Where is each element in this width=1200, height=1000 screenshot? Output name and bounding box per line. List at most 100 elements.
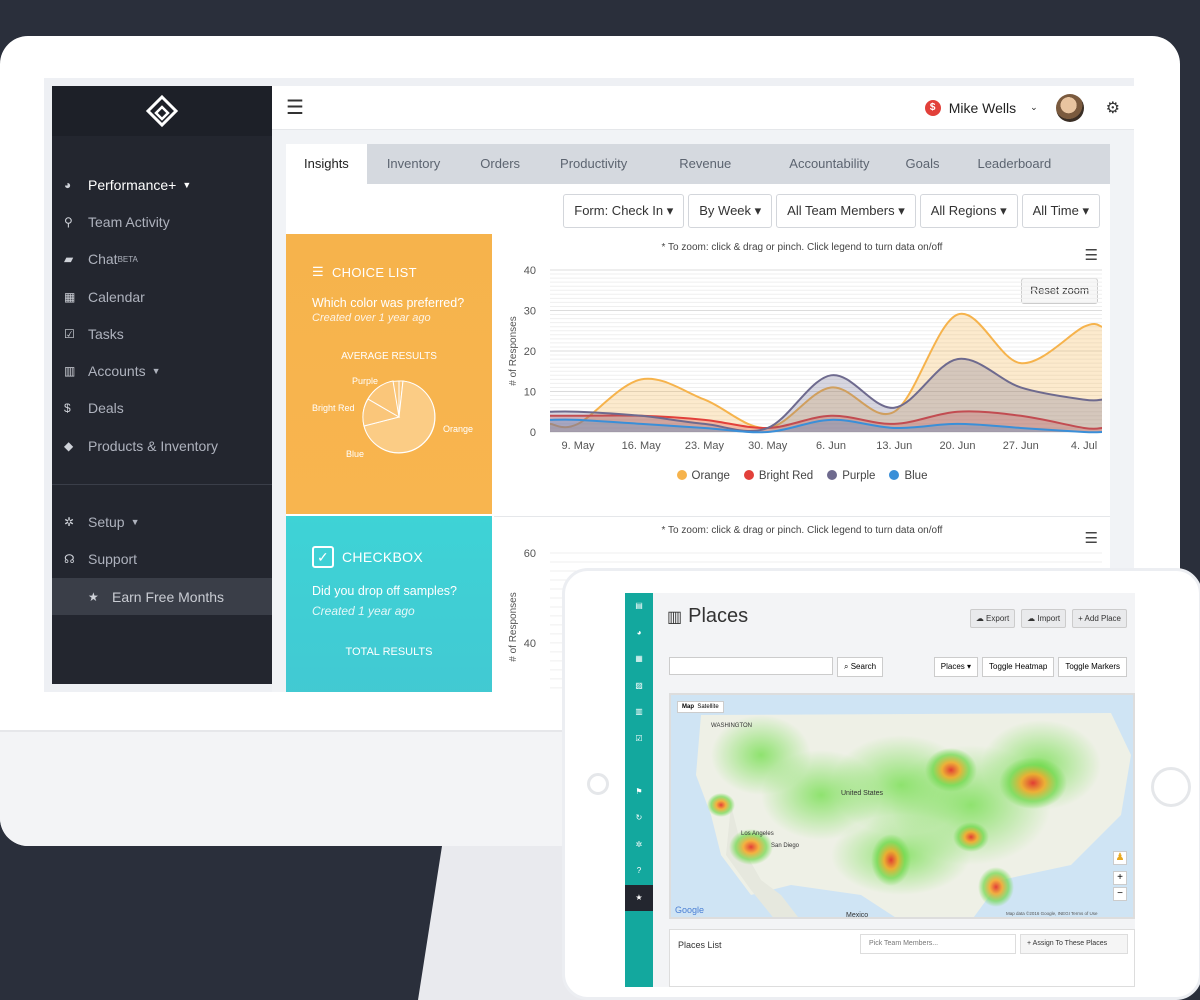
pie-label-purple: Purple — [352, 376, 378, 386]
sidebar-item-setup[interactable]: ✲ Setup ▼ — [52, 503, 272, 540]
y-axis-label: # of Responses — [508, 592, 519, 662]
tab-inventory[interactable]: Inventory — [367, 144, 460, 184]
legend-item-red[interactable]: Bright Red — [743, 470, 814, 482]
caret-down-icon: ▼ — [182, 179, 192, 190]
places-search-button[interactable]: ⌕ Search — [837, 657, 884, 677]
places-dropdown-label: Places — [940, 662, 965, 671]
briefcase-icon: ▥ — [667, 608, 683, 626]
places-title-text: Places — [688, 605, 749, 627]
sidebar-item-tasks[interactable]: ☑ Tasks — [52, 315, 272, 352]
sidebar-item-support[interactable]: ☊ Support — [52, 541, 272, 578]
team-filter-dropdown[interactable]: All Team Members ▾ — [776, 194, 916, 228]
sidebar-item-performance[interactable]: ◕ Performance+ ▼ — [52, 166, 272, 203]
tablet-home-button[interactable] — [1151, 767, 1191, 807]
hamburger-menu-icon[interactable]: ☰ — [286, 95, 304, 120]
sidebar-item-deals[interactable]: $ Deals — [52, 390, 272, 427]
filter-label: All Time — [1032, 203, 1079, 218]
tablet-nav-gear-icon[interactable]: ✲ — [625, 832, 653, 859]
results-label: TOTAL RESULTS — [345, 646, 433, 658]
legend-label: Purple — [842, 470, 876, 482]
tab-leaderboard[interactable]: Leaderboard — [967, 144, 1061, 184]
dollar-badge: $ — [924, 99, 941, 116]
tab-accountability[interactable]: Accountability — [771, 144, 895, 184]
import-label: Import — [1037, 614, 1061, 623]
export-button[interactable]: ☁ Export — [969, 609, 1016, 628]
tab-insights[interactable]: Insights — [286, 144, 367, 184]
legend-label: Bright Red — [758, 470, 814, 482]
gear-icon[interactable]: ⚙ — [1106, 98, 1120, 118]
card-created: Created 1 year ago — [312, 604, 415, 618]
legend-item-purple[interactable]: Purple — [827, 470, 875, 482]
tab-goals[interactable]: Goals — [896, 144, 968, 184]
tablet-nav-dashboard-icon[interactable]: ▤ — [625, 593, 653, 620]
sidebar: ◕ Performance+ ▼ ⚲ Team Activity ▰ Chat BETA … — [52, 86, 272, 684]
zoom-in-button[interactable]: + — [1113, 871, 1127, 885]
period-filter-dropdown[interactable]: By Week ▾ — [688, 194, 773, 228]
tags-icon: ◆ — [64, 438, 74, 453]
dashboard-icon: ◕ — [64, 177, 72, 192]
region-filter-dropdown[interactable]: All Regions ▾ — [919, 194, 1018, 228]
legend-item-orange[interactable]: Orange — [676, 470, 730, 482]
sidebar-item-chat[interactable]: ▰ Chat BETA — [52, 241, 272, 278]
chart-area-1: * To zoom: click & drag or pinch. Click … — [494, 234, 1110, 514]
x-tick-label: 30. May — [748, 440, 788, 452]
toggle-heatmap-button[interactable]: Toggle Heatmap — [982, 657, 1055, 677]
tablet-nav-star-icon[interactable]: ★ — [625, 884, 653, 911]
map-tab-map[interactable]: Map — [682, 704, 694, 710]
checkbox-card: ✓ CHECKBOX Did you drop off samples? Crea… — [286, 516, 492, 692]
card-title: ✓ CHECKBOX — [312, 546, 423, 568]
places-search-input[interactable] — [669, 657, 833, 675]
map-type-toggle[interactable]: Map Satellite — [677, 701, 724, 713]
legend-item-blue[interactable]: Blue — [889, 470, 927, 482]
user-menu[interactable]: $ Mike Wells ⌄ — [924, 93, 1084, 122]
tab-productivity[interactable]: Productivity — [540, 144, 661, 184]
assign-places-button[interactable]: + Assign To These Places — [1020, 934, 1128, 954]
tab-orders[interactable]: Orders — [460, 144, 540, 184]
chat-icon: ▰ — [64, 252, 74, 267]
calendar-icon: ▦ — [64, 289, 76, 304]
form-filter-dropdown[interactable]: Form: Check In ▾ — [563, 194, 685, 228]
tablet-nav-tasks-icon[interactable]: ☑ — [625, 726, 653, 753]
tablet-nav-help-icon[interactable]: ? — [625, 858, 653, 885]
logo-icon[interactable] — [145, 94, 179, 128]
tablet-nav-chart-icon[interactable]: ▨ — [625, 673, 653, 700]
earn-free-months-button[interactable]: ★ Earn Free Months — [52, 577, 272, 616]
tablet-nav-activity-icon[interactable]: ◕ — [625, 620, 653, 647]
map-tab-satellite[interactable]: Satellite — [697, 704, 718, 710]
avatar[interactable] — [1055, 93, 1084, 122]
import-button[interactable]: ☁ Import — [1021, 609, 1067, 628]
map-label-sd: San Diego — [771, 843, 800, 849]
x-tick-label: 13. Jun — [876, 440, 912, 452]
time-filter-dropdown[interactable]: All Time ▾ — [1021, 194, 1100, 228]
sidebar-item-accounts[interactable]: ▥ Accounts ▼ — [52, 352, 272, 389]
pick-team-members-input[interactable]: Pick Team Members... — [860, 934, 1016, 954]
chart-legend: Orange Bright Red Purple Blue — [494, 470, 1110, 482]
sidebar-item-label: Support — [88, 551, 138, 568]
sidebar-item-label: Calendar — [88, 288, 145, 305]
toggle-markers-button[interactable]: Toggle Markers — [1058, 657, 1127, 677]
heat-blob — [707, 793, 735, 817]
add-place-button[interactable]: + Add Place — [1072, 609, 1127, 628]
legend-dot — [676, 470, 687, 480]
sidebar-item-label: Setup — [88, 514, 125, 531]
sidebar-item-team-activity[interactable]: ⚲ Team Activity — [52, 203, 272, 240]
tab-revenue[interactable]: Revenue — [661, 144, 771, 184]
street-view-icon[interactable]: ♟ — [1113, 851, 1127, 865]
zoom-out-button[interactable]: − — [1113, 887, 1127, 901]
logo-area — [52, 86, 272, 136]
sidebar-item-products[interactable]: ◆ Products & Inventory — [52, 427, 272, 464]
dollar-icon: $ — [64, 401, 71, 416]
y-tick-label: 10 — [524, 387, 536, 399]
tablet-nav-refresh-icon[interactable]: ↻ — [625, 805, 653, 832]
sidebar-item-label: Team Activity — [88, 213, 170, 230]
y-axis-label: # of Responses — [508, 316, 519, 386]
tablet-nav-calendar-icon[interactable]: ▦ — [625, 646, 653, 673]
pie-chart: Purple Bright Red Blue Orange — [312, 376, 473, 459]
places-dropdown[interactable]: Places ▾ — [933, 657, 979, 677]
heatmap-map[interactable]: WASHINGTON United States Los Angeles San… — [669, 693, 1135, 919]
choice-list-card: ☰ CHOICE LIST Which color was preferred? … — [286, 234, 492, 514]
tablet-nav-briefcase-icon[interactable]: ▥ — [625, 699, 653, 726]
sidebar-item-calendar[interactable]: ▦ Calendar — [52, 278, 272, 315]
tablet-nav-flag-icon[interactable]: ⚑ — [625, 779, 653, 806]
pie-label-red: Bright Red — [312, 403, 355, 413]
